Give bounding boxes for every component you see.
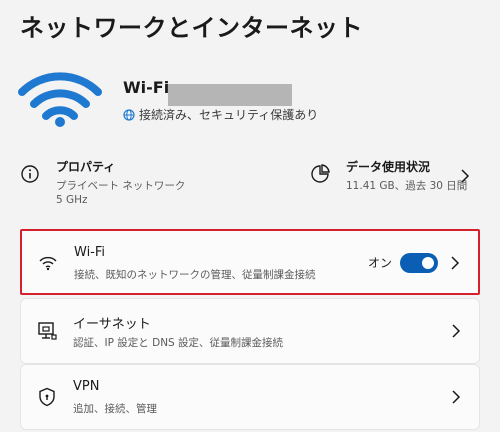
ethernet-settings-card[interactable]: イーサネット 認証、IP 設定と DNS 設定、従量制課金接続	[20, 298, 480, 364]
info-icon	[21, 165, 39, 183]
wifi-settings-card[interactable]: Wi-Fi 接続、既知のネットワークの管理、従量制課金接続 オン	[20, 229, 480, 295]
wifi-toggle-label: オン	[367, 256, 392, 270]
properties-heading: プロパティ	[56, 160, 116, 174]
globe-icon	[123, 108, 135, 121]
chevron-right-icon	[451, 256, 460, 270]
vpn-card-subtitle: 追加、接続、管理	[73, 403, 157, 415]
wifi-icon	[39, 256, 57, 271]
properties-link[interactable]: プロパティ プライベート ネットワーク 5 GHz	[20, 150, 240, 220]
shield-icon	[39, 387, 55, 407]
properties-row: プロパティ プライベート ネットワーク 5 GHz データ使用状況 11.41 …	[20, 150, 480, 220]
redacted-ssid	[168, 84, 292, 106]
data-usage-amount: 11.41 GB、過去 30 日間	[346, 180, 468, 192]
data-usage-heading: データ使用状況	[346, 160, 431, 174]
pie-chart-icon	[311, 164, 330, 183]
chevron-right-icon	[461, 169, 470, 183]
properties-network-type: プライベート ネットワーク	[56, 180, 186, 192]
wifi-toggle[interactable]	[400, 253, 438, 273]
ethernet-icon	[38, 322, 57, 340]
chevron-right-icon	[452, 324, 461, 338]
vpn-card-title: VPN	[73, 379, 100, 394]
wifi-icon	[18, 72, 102, 127]
ethernet-card-subtitle: 認証、IP 設定と DNS 設定、従量制課金接続	[73, 337, 284, 349]
network-name: Wi-Fi	[123, 78, 170, 97]
page-title: ネットワークとインターネット	[20, 14, 363, 42]
connection-status-text: 接続済み、セキュリティ保護あり	[139, 108, 319, 122]
properties-band: 5 GHz	[56, 194, 88, 206]
vpn-settings-card[interactable]: VPN 追加、接続、管理	[20, 364, 480, 430]
wifi-card-subtitle: 接続、既知のネットワークの管理、従量制課金接続	[74, 269, 316, 281]
connection-hero: Wi-Fi 接続済み、セキュリティ保護あり	[16, 64, 486, 134]
wifi-card-title: Wi-Fi	[74, 245, 106, 260]
data-usage-link[interactable]: データ使用状況 11.41 GB、過去 30 日間	[310, 150, 480, 220]
ethernet-card-title: イーサネット	[73, 317, 151, 332]
wifi-toggle-knob	[422, 257, 434, 269]
chevron-right-icon	[452, 390, 461, 404]
connection-status: 接続済み、セキュリティ保護あり	[123, 106, 318, 123]
